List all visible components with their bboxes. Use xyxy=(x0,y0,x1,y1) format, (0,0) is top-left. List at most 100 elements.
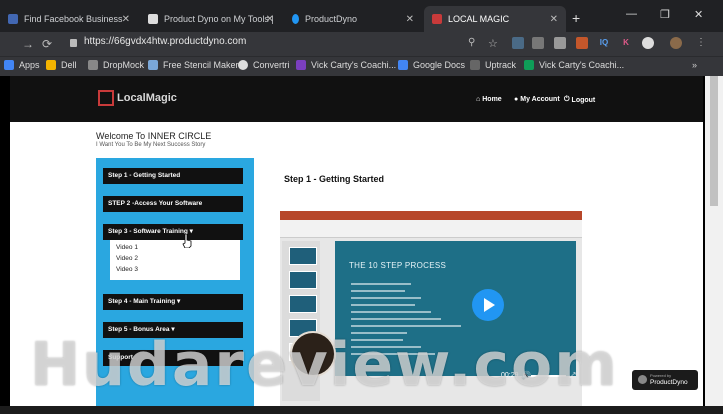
google-docs-icon xyxy=(398,60,408,70)
step-3-button[interactable]: Step 3 - Software Training ▾ xyxy=(103,224,243,240)
bookmark-label: Free Stencil Maker xyxy=(163,60,239,70)
tab-product-dyno-my-tools[interactable]: Product Dyno on My Tools | ✕ xyxy=(140,6,282,32)
bookmark-dropmock[interactable]: DropMock xyxy=(88,60,144,70)
productdyno-badge[interactable]: Powered by ProductDyno xyxy=(632,370,698,390)
user-icon: ● xyxy=(514,96,519,103)
bookmark-label: Vick Carty's Coachi... xyxy=(539,60,625,70)
page-favicon-icon xyxy=(148,14,158,24)
nav-label: Logout xyxy=(571,96,596,104)
url-field[interactable]: https://66gvdx4htw.productdyno.com xyxy=(84,36,246,47)
close-tab-icon[interactable]: ✕ xyxy=(550,14,558,25)
reload-icon[interactable]: ⟳ xyxy=(42,37,52,51)
bookmark-apps[interactable]: Apps xyxy=(4,60,40,70)
profile-avatar-icon[interactable] xyxy=(670,37,682,49)
submenu-video-3[interactable]: Video 3 xyxy=(116,266,138,273)
bookmarks-bar: Apps Dell DropMock Free Stencil Maker Co… xyxy=(0,56,723,76)
powerpoint-titlebar xyxy=(280,211,582,220)
close-tab-icon[interactable]: ✕ xyxy=(266,14,274,25)
google-sheets-icon xyxy=(524,60,534,70)
slide-text-line xyxy=(351,304,415,306)
slide-title: THE 10 STEP PROCESS xyxy=(349,261,447,270)
search-icon[interactable]: ⚲ xyxy=(468,37,475,48)
productdyno-logo-icon xyxy=(638,375,647,384)
tab-title: LOCAL MAGIC xyxy=(448,14,510,24)
minimize-icon[interactable]: — xyxy=(626,8,637,20)
chevron-down-icon: ▾ xyxy=(177,298,181,305)
tab-title: Find Facebook Business xyxy=(24,14,123,24)
tab-find-facebook-business[interactable]: Find Facebook Business ✕ xyxy=(0,6,138,32)
slide-text-line xyxy=(351,283,411,285)
extension-icon[interactable] xyxy=(554,37,566,49)
close-tab-icon[interactable]: ✕ xyxy=(406,14,414,25)
bookmark-star-icon[interactable]: ☆ xyxy=(488,37,498,50)
bookmark-convertri[interactable]: Convertri xyxy=(238,60,290,70)
step-2-button[interactable]: STEP 2 -Access Your Software xyxy=(103,196,243,212)
bookmark-label: Google Docs xyxy=(413,60,466,70)
site-header: LocalMagic ⌂ Home ● My Account ⏻ Logout xyxy=(10,76,703,122)
bookmark-uptrack[interactable]: Uptrack xyxy=(470,60,516,70)
tab-local-magic[interactable]: LOCAL MAGIC ✕ xyxy=(424,6,566,32)
extension-icon[interactable] xyxy=(642,37,654,49)
content-title: Step 1 - Getting Started xyxy=(284,174,385,184)
nav-my-account[interactable]: ● My Account xyxy=(514,96,560,103)
bookmark-vick-cartys-coaching[interactable]: Vick Carty's Coachi... xyxy=(296,60,396,70)
iq-extension-icon[interactable]: IQ xyxy=(598,37,610,49)
page-scrollbar[interactable] xyxy=(705,76,723,406)
slide-text-line xyxy=(351,311,431,313)
step-label: Step 3 - Software Training xyxy=(108,228,188,235)
slide-text-line xyxy=(351,297,421,299)
close-window-icon[interactable]: ✕ xyxy=(694,8,703,21)
step-1-button[interactable]: Step 1 - Getting Started xyxy=(103,168,243,184)
menu-kebab-icon[interactable]: ⋮ xyxy=(696,37,706,48)
close-tab-icon[interactable]: ✕ xyxy=(122,14,130,25)
lock-icon[interactable] xyxy=(70,39,77,47)
bookmark-vick-cartys-coaching-2[interactable]: Vick Carty's Coachi... xyxy=(524,60,624,70)
slide-text-line xyxy=(351,318,441,320)
slide-text-line xyxy=(351,325,461,327)
slide-thumbnail xyxy=(289,271,317,289)
nav-home[interactable]: ⌂ Home xyxy=(476,96,502,103)
step-3-submenu: Video 1 Video 2 Video 3 xyxy=(110,240,240,280)
scrollbar-thumb[interactable] xyxy=(710,76,718,206)
tab-productdyno[interactable]: ProductDyno ✕ xyxy=(284,6,422,32)
bookmark-label: Dell xyxy=(61,60,77,70)
k-extension-icon[interactable]: K xyxy=(620,37,632,49)
page-icon xyxy=(470,60,480,70)
badge-title: ProductDyno xyxy=(650,379,688,386)
nav-label: Home xyxy=(482,96,502,103)
bookmark-label: Convertri xyxy=(253,60,290,70)
more-bookmarks-icon[interactable]: » xyxy=(692,60,697,70)
slide-thumbnail xyxy=(289,247,317,265)
bookmark-label: DropMock xyxy=(103,60,145,70)
step-4-button[interactable]: Step 4 - Main Training ▾ xyxy=(103,294,243,310)
os-taskbar xyxy=(0,406,723,414)
tagline: I Want You To Be My Next Success Story xyxy=(96,142,206,148)
play-button[interactable] xyxy=(472,289,504,321)
maximize-icon[interactable]: ❐ xyxy=(660,8,670,21)
bookmark-google-docs[interactable]: Google Docs xyxy=(398,60,465,70)
new-tab-button[interactable]: + xyxy=(572,10,580,26)
watermark-text: Hudareview.com xyxy=(30,330,619,400)
page-icon xyxy=(296,60,306,70)
bookmark-dell[interactable]: Dell xyxy=(46,60,77,70)
tab-title: ProductDyno xyxy=(305,14,358,24)
extension-icon[interactable] xyxy=(512,37,524,49)
bookmark-free-stencil-maker[interactable]: Free Stencil Maker xyxy=(148,60,239,70)
slide-thumbnail xyxy=(289,295,317,313)
power-icon: ⏻ xyxy=(564,96,570,103)
submenu-video-2[interactable]: Video 2 xyxy=(116,255,138,262)
nav-logout[interactable]: ⏻ Logout xyxy=(564,96,595,104)
folder-icon xyxy=(46,60,56,70)
badge-caption: Powered by xyxy=(650,373,672,378)
extension-icon[interactable] xyxy=(532,37,544,49)
extension-icon[interactable] xyxy=(576,37,588,49)
hand-cursor-icon xyxy=(182,234,192,248)
localmagic-logo[interactable]: LocalMagic xyxy=(98,90,177,106)
submenu-video-1[interactable]: Video 1 xyxy=(116,244,138,251)
browser-tab-bar: Find Facebook Business ✕ Product Dyno on… xyxy=(0,0,723,32)
home-icon: ⌂ xyxy=(476,96,481,103)
welcome-heading: Welcome To INNER CIRCLE xyxy=(96,131,212,141)
forward-icon[interactable]: → xyxy=(22,37,34,51)
nav-label: My Account xyxy=(520,96,560,103)
step-label: Step 4 - Main Training xyxy=(108,298,176,305)
